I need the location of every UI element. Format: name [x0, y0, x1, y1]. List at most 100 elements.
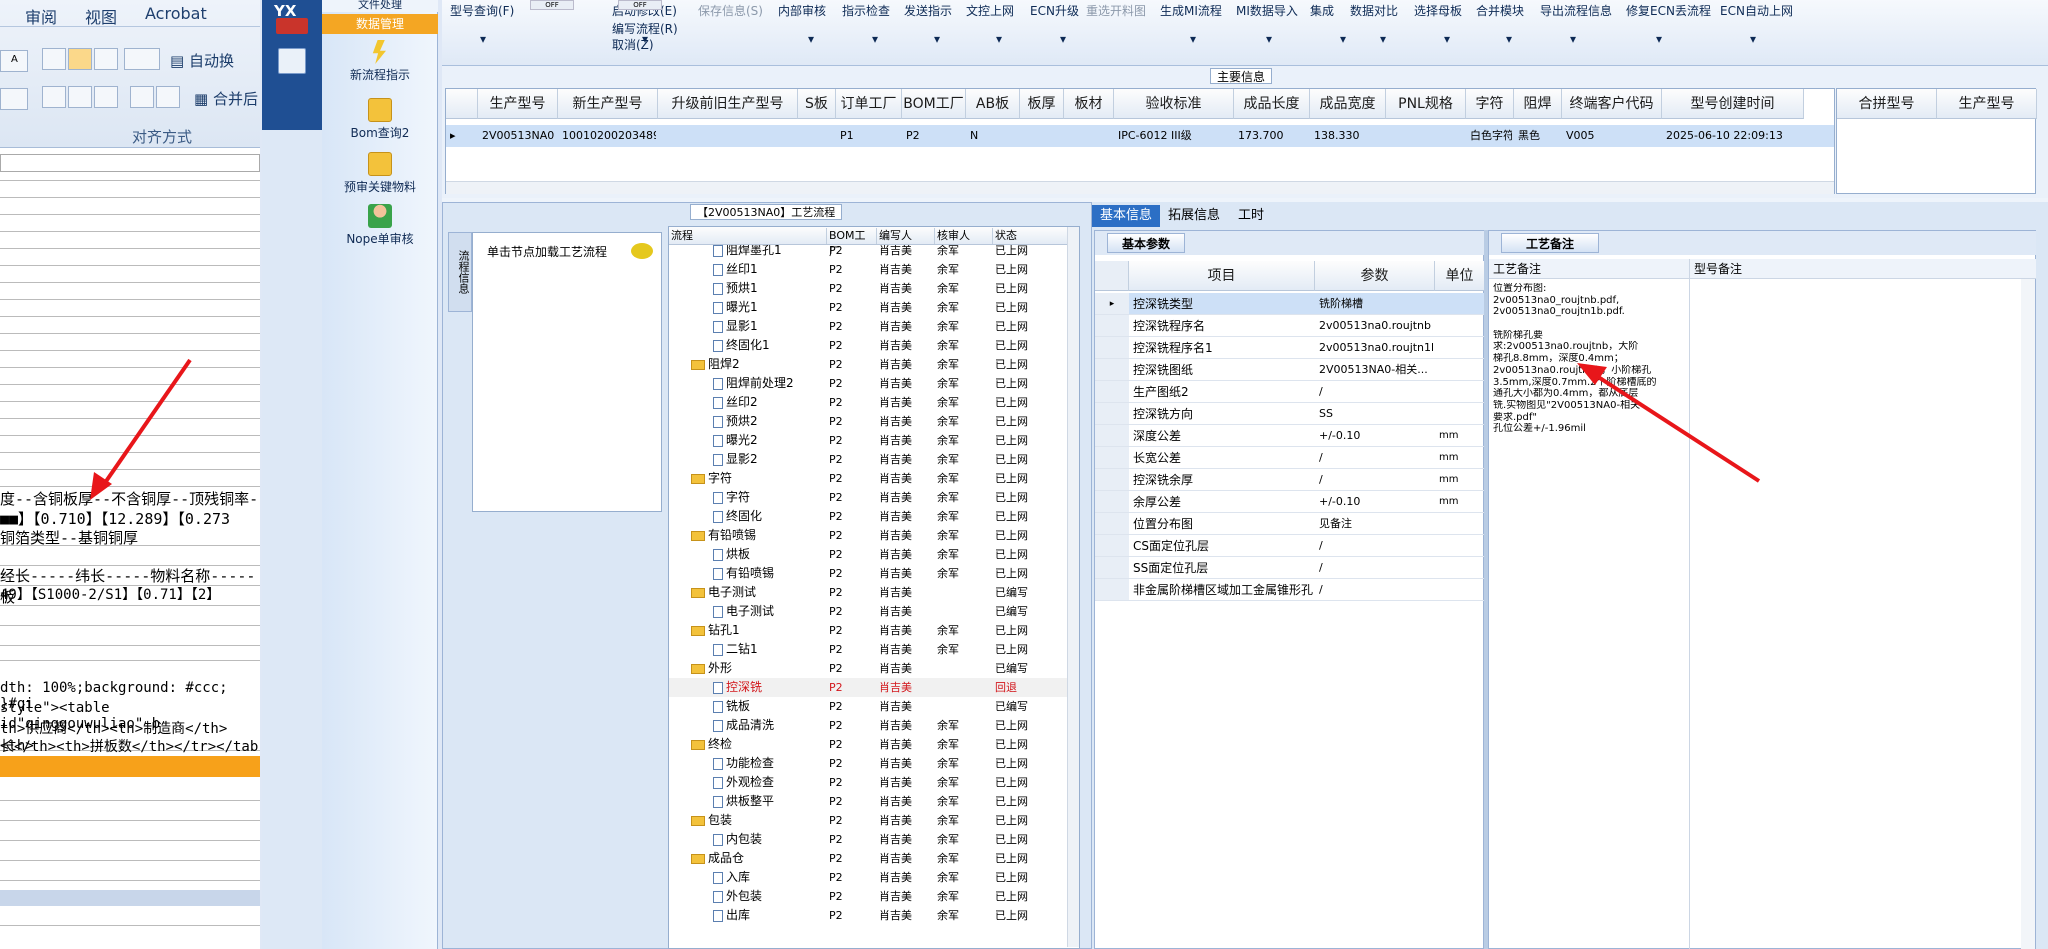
tab-basic-info[interactable]: 基本信息	[1092, 205, 1161, 227]
col-header[interactable]: 新生产型号	[558, 89, 658, 119]
col-header[interactable]: 板厚	[1020, 89, 1064, 119]
tree-row[interactable]: 成品清洗 P2 肖吉美 余军 已上网	[669, 716, 1069, 735]
col-header[interactable]: 生产型号	[478, 89, 558, 119]
param-row[interactable]: ▸ 控深铣类型 铣阶梯槽	[1095, 293, 1485, 315]
tree-row[interactable]: 预烘1 P2 肖吉美 余军 已上网	[669, 279, 1069, 298]
align-bottom-button[interactable]	[94, 48, 118, 70]
tree-row[interactable]: 电子测试 P2 肖吉美 已编写	[669, 602, 1069, 621]
param-row[interactable]: 位置分布图 见备注	[1095, 513, 1485, 535]
col-header[interactable]: 状态	[995, 228, 1069, 244]
tree-row[interactable]: 阻焊墨孔1 P2 肖吉美 余军 已上网	[669, 245, 1069, 260]
param-row[interactable]: 非金属阶梯槽区域加工金属锥形孔 /	[1095, 579, 1485, 601]
formula-bar[interactable]	[0, 154, 260, 172]
nav-data-mgmt[interactable]: 数据管理	[322, 14, 438, 34]
toolbar-item[interactable]: 生成MI流程	[1160, 2, 1222, 19]
tree-row[interactable]: 外包装 P2 肖吉美 余军 已上网	[669, 887, 1069, 906]
param-row[interactable]: 控深铣余厚 / mm	[1095, 469, 1485, 491]
param-row[interactable]: 长宽公差 / mm	[1095, 447, 1485, 469]
col-header[interactable]: 生产型号	[1937, 89, 2037, 119]
tree-row[interactable]: 丝印2 P2 肖吉美 余军 已上网	[669, 393, 1069, 412]
table-cell[interactable]: 2025-06-10 22:09:13	[1666, 126, 1802, 146]
vertical-scrollbar[interactable]	[2021, 279, 2035, 949]
indent-decrease-button[interactable]	[130, 86, 154, 108]
col-header[interactable]: 项目	[1129, 261, 1315, 291]
col-header[interactable]: 参数	[1315, 261, 1435, 291]
tree-row[interactable]: 终固化 P2 肖吉美 余军 已上网	[669, 507, 1069, 526]
tab-extended-info[interactable]: 拓展信息	[1160, 205, 1228, 227]
tree-row[interactable]: 显影2 P2 肖吉美 余军 已上网	[669, 450, 1069, 469]
param-row[interactable]: CS面定位孔层 /	[1095, 535, 1485, 557]
col-header[interactable]: 合拼型号	[1837, 89, 1937, 119]
col-header[interactable]: BOM工厂	[829, 228, 877, 258]
table-cell[interactable]	[1024, 126, 1062, 146]
col-header[interactable]: 成品长度	[1234, 89, 1310, 119]
nav-nope-review[interactable]: Nope单审核	[322, 204, 438, 247]
col-header[interactable]: 阻焊	[1514, 89, 1562, 119]
tree-row[interactable]: 内包装 P2 肖吉美 余军 已上网	[669, 830, 1069, 849]
param-row[interactable]: 余厚公差 +/-0.10 mm	[1095, 491, 1485, 513]
col-header[interactable]: 验收标准	[1114, 89, 1234, 119]
toolbar-item[interactable]: 文控上网	[966, 2, 1014, 19]
font-size-button[interactable]: A	[0, 50, 28, 72]
tree-row[interactable]: 预烘2 P2 肖吉美 余军 已上网	[669, 412, 1069, 431]
align-center-button[interactable]	[68, 86, 92, 108]
tree-row[interactable]: 烘板 P2 肖吉美 余军 已上网	[669, 545, 1069, 564]
table-cell[interactable]: 白色字符	[1470, 126, 1512, 146]
cancel-button[interactable]: 取消(Z)	[612, 36, 654, 53]
toolbar-item[interactable]: 发送指示	[904, 2, 952, 19]
col-header[interactable]: 编写人	[879, 228, 935, 244]
toolbar-item[interactable]: 集成	[1310, 2, 1334, 19]
table-cell[interactable]	[662, 126, 796, 146]
tree-row[interactable]: 铣板 P2 肖吉美 已编写	[669, 697, 1069, 716]
align-middle-button[interactable]	[68, 48, 92, 70]
tree-row[interactable]: 曝光1 P2 肖吉美 余军 已上网	[669, 298, 1069, 317]
toolbar-item[interactable]: 重选开料图	[1086, 2, 1146, 19]
orientation-button[interactable]	[124, 48, 160, 70]
wrap-text-button[interactable]: ▤ 自动换	[170, 50, 234, 71]
tree-row[interactable]: 阻焊前处理2 P2 肖吉美 余军 已上网	[669, 374, 1069, 393]
table-cell[interactable]: V005	[1566, 126, 1660, 146]
toolbar-item[interactable]: MI数据导入	[1236, 2, 1298, 19]
toolbar-item[interactable]: 数据对比	[1350, 2, 1398, 19]
col-header[interactable]: 核审人	[937, 228, 993, 244]
col-header[interactable]: 流程	[671, 228, 827, 244]
col-header[interactable]: 字符	[1466, 89, 1514, 119]
table-cell[interactable]: 黑色	[1518, 126, 1560, 146]
table-cell[interactable]: 138.330	[1314, 126, 1384, 146]
toggle-off-2[interactable]: OFF	[618, 0, 662, 10]
nav-preaudit[interactable]: 预审关键物料	[322, 152, 438, 195]
merge-center-button[interactable]: ▦ 合并后	[194, 88, 258, 109]
tab-process-notes[interactable]: 工艺备注	[1501, 233, 1600, 253]
col-header[interactable]: 型号创建时间	[1662, 89, 1804, 119]
tree-row[interactable]: 包装 P2 肖吉美 余军 已上网	[669, 811, 1069, 830]
toolbar-item[interactable]: 修复ECN丢流程	[1626, 2, 1711, 19]
toolbar-item[interactable]: ECN升级	[1030, 2, 1079, 19]
nav-new-flow[interactable]: 新流程指示	[322, 40, 438, 83]
param-row[interactable]: 深度公差 +/-0.10 mm	[1095, 425, 1485, 447]
tree-row[interactable]: 阻焊2 P2 肖吉美 余军 已上网	[669, 355, 1069, 374]
tree-row[interactable]: 成品仓 P2 肖吉美 余军 已上网	[669, 849, 1069, 868]
param-row[interactable]: 控深铣程序名 2v00513na0.roujtnb	[1095, 315, 1485, 337]
table-cell[interactable]: 2V00513NA0	[482, 126, 556, 146]
param-row[interactable]: 控深铣程序名1 2v00513na0.roujtn1b	[1095, 337, 1485, 359]
tree-row[interactable]: 有铅喷锡 P2 肖吉美 余军 已上网	[669, 564, 1069, 583]
toolbar-item[interactable]: 合并模块	[1476, 2, 1524, 19]
font-change-button[interactable]	[0, 88, 28, 110]
edit-flow-label[interactable]: 编写流程(R)	[612, 20, 678, 37]
toolbar-item[interactable]: ECN自动上网	[1720, 2, 1793, 19]
col-header[interactable]: 升级前旧生产型号	[658, 89, 798, 119]
toggle-off-1[interactable]: OFF	[530, 0, 574, 10]
table-cell[interactable]	[1068, 126, 1112, 146]
col-header[interactable]: 单位	[1435, 261, 1485, 291]
col-header[interactable]: 板材	[1064, 89, 1114, 119]
tab-view[interactable]: 视图	[85, 4, 117, 28]
toolbar-item[interactable]: 选择母板	[1414, 2, 1462, 19]
toolbar-item[interactable]: 内部审核	[778, 2, 826, 19]
tab-acrobat[interactable]: Acrobat	[145, 4, 207, 23]
col-header[interactable]: AB板	[966, 89, 1020, 119]
toolbar-item[interactable]: 指示检查	[842, 2, 890, 19]
table-cell[interactable]: 173.700	[1238, 126, 1308, 146]
tree-row[interactable]: 有铅喷锡 P2 肖吉美 余军 已上网	[669, 526, 1069, 545]
tree-row[interactable]: 终固化1 P2 肖吉美 余军 已上网	[669, 336, 1069, 355]
calculator-icon[interactable]	[278, 48, 306, 74]
